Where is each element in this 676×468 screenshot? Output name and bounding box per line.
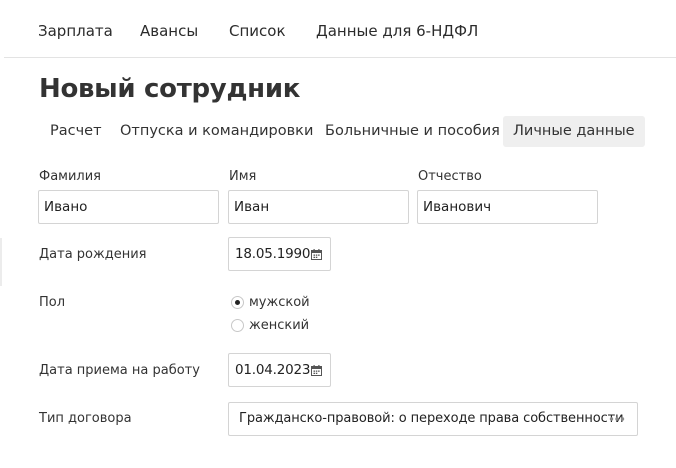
top-navigation: Зарплата Авансы Список Данные для 6-НДФЛ (4, 0, 676, 58)
hire-date-value: 01.04.2023 (235, 362, 311, 378)
calendar-icon[interactable] (311, 249, 322, 260)
radio-button-checked[interactable] (231, 296, 244, 309)
hire-date-label: Дата приема на работу (39, 363, 200, 378)
nav-item-salary[interactable]: Зарплата (38, 22, 113, 40)
calendar-icon[interactable] (311, 365, 322, 376)
gender-label: Пол (39, 295, 66, 310)
last-name-label: Фамилия (39, 169, 101, 184)
nav-item-6ndfl[interactable]: Данные для 6-НДФЛ (316, 22, 478, 40)
radio-button-unchecked[interactable] (231, 319, 244, 332)
nav-item-list[interactable]: Список (229, 22, 286, 40)
birth-date-label: Дата рождения (39, 247, 147, 262)
nav-item-advances[interactable]: Авансы (140, 22, 198, 40)
middle-name-input[interactable] (417, 190, 598, 224)
last-name-input[interactable] (38, 190, 219, 224)
contract-type-value: Гражданско-правовой: о переходе права со… (239, 411, 624, 426)
hire-date-field[interactable]: 01.04.2023 (228, 353, 331, 387)
tab-vacations-trips[interactable]: Отпуска и командировки (120, 116, 313, 147)
left-edge-divider (0, 238, 2, 286)
birth-date-value: 18.05.1990 (235, 246, 311, 262)
page-title: Новый сотрудник (39, 74, 301, 104)
contract-type-label: Тип договора (39, 411, 132, 426)
gender-option-male-label: мужской (249, 295, 310, 310)
more-horizontal-icon[interactable] (609, 415, 625, 423)
tab-payroll[interactable]: Расчет (50, 116, 102, 147)
tab-personal-data[interactable]: Личные данные (503, 116, 645, 147)
first-name-label: Имя (229, 169, 257, 184)
middle-name-label: Отчество (418, 169, 482, 184)
first-name-input[interactable] (228, 190, 409, 224)
tab-sick-leave-benefits[interactable]: Больничные и пособия (325, 116, 500, 147)
birth-date-field[interactable]: 18.05.1990 (228, 237, 331, 271)
gender-option-female-label: женский (249, 318, 310, 333)
contract-type-select[interactable]: Гражданско-правовой: о переходе права со… (228, 402, 638, 436)
